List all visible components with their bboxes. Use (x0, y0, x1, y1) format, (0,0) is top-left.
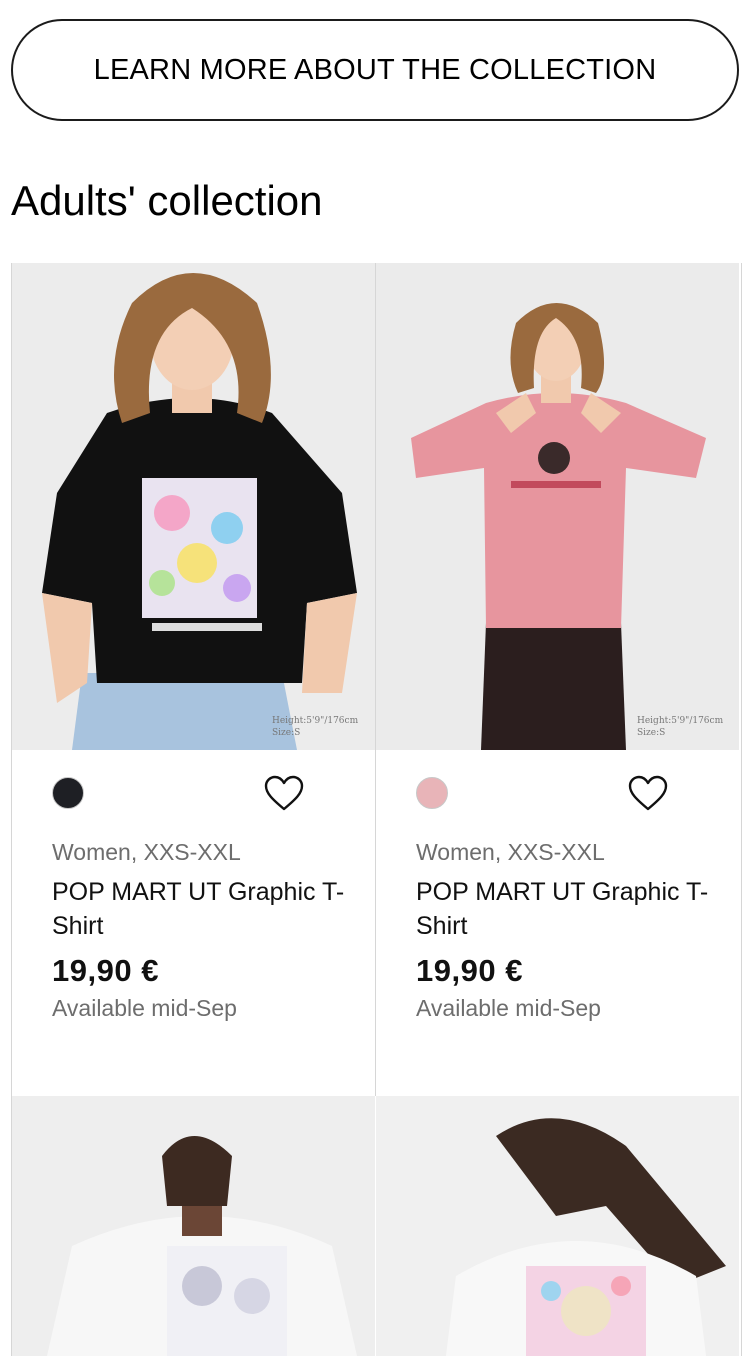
product-price: 19,90 € (416, 953, 523, 988)
learn-more-button[interactable]: LEARN MORE ABOUT THE COLLECTION (11, 19, 739, 121)
product-availability: Available mid-Sep (416, 995, 601, 1021)
heart-icon[interactable] (264, 775, 304, 813)
section-title: Adults' collection (11, 177, 323, 224)
color-swatch[interactable] (416, 777, 448, 809)
image-caption-height: Height:5'9"/176cm (272, 716, 359, 726)
product-image[interactable] (12, 1096, 375, 1356)
product-card[interactable] (376, 1096, 739, 1356)
product-gender-size: Women, XXS-XXL (52, 839, 241, 865)
product-card[interactable]: Height:5'9"/176cm Size:S Women, XXS-XXL … (12, 263, 375, 1096)
product-image[interactable]: Height:5'9"/176cm Size:S (12, 263, 375, 750)
product-card[interactable] (12, 1096, 375, 1356)
product-name[interactable]: POP MART UT Graphic T-Shirt (416, 875, 716, 943)
product-grid: Height:5'9"/176cm Size:S Women, XXS-XXL … (11, 263, 742, 1356)
product-image[interactable] (376, 1096, 739, 1356)
product-card[interactable]: Height:5'9"/176cm Size:S Women, XXS-XXL … (376, 263, 739, 1096)
product-availability: Available mid-Sep (52, 995, 237, 1021)
image-caption-size: Size:S (272, 728, 301, 738)
product-name[interactable]: POP MART UT Graphic T-Shirt (52, 875, 352, 943)
product-price: 19,90 € (52, 953, 159, 988)
product-gender-size: Women, XXS-XXL (416, 839, 605, 865)
image-caption-size: Size:S (637, 728, 666, 738)
color-swatch[interactable] (52, 777, 84, 809)
heart-icon[interactable] (628, 775, 668, 813)
product-image[interactable]: Height:5'9"/176cm Size:S (376, 263, 739, 750)
image-caption-height: Height:5'9"/176cm (637, 716, 724, 726)
